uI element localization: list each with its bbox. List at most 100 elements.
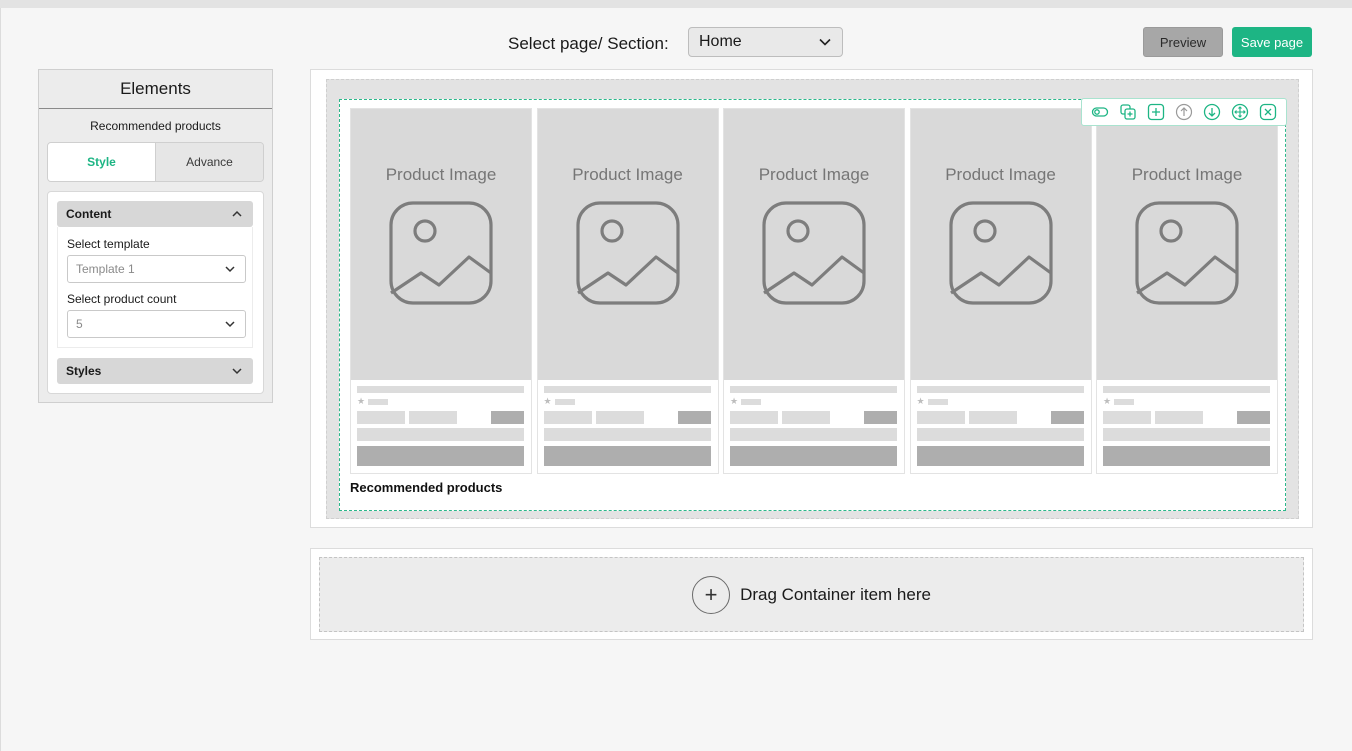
elements-panel: Elements Recommended products Style Adva…	[38, 69, 273, 403]
product-count-select[interactable]: 5	[67, 310, 246, 338]
content-accordion-header[interactable]: Content	[57, 201, 253, 227]
star-icon: ★	[543, 396, 552, 406]
tab-style[interactable]: Style	[48, 143, 155, 181]
skeleton-button	[357, 446, 524, 466]
template-label: Select template	[67, 237, 150, 251]
panel-settings-box: Content Select template Template 1 Selec…	[47, 191, 264, 394]
product-card: Product Image ★	[1096, 108, 1278, 474]
styles-accordion-title: Styles	[66, 364, 102, 378]
product-image-placeholder: Product Image	[351, 109, 531, 380]
section-toolbar	[1081, 98, 1287, 126]
skeleton-price	[730, 411, 778, 424]
skeleton-button	[543, 446, 711, 466]
skeleton-badge	[864, 411, 897, 424]
container-dropzone: + Drag Container item here	[310, 548, 1313, 640]
skeleton-button	[730, 446, 897, 466]
image-icon	[762, 201, 866, 305]
skeleton-rating	[927, 399, 948, 405]
skeleton-line	[916, 428, 1084, 441]
chevron-down-icon	[225, 266, 235, 273]
product-image-placeholder: Product Image	[910, 109, 1091, 380]
product-image-placeholder: Product Image	[1097, 109, 1277, 380]
skeleton-button	[1103, 446, 1270, 466]
image-icon	[575, 201, 680, 305]
page-select-value: Home	[699, 33, 742, 50]
skeleton-rating	[368, 399, 388, 405]
page-section-label: Select page/ Section:	[508, 34, 669, 53]
skeleton-badge	[677, 411, 711, 424]
skeleton-title	[730, 386, 897, 393]
skeleton-line	[730, 428, 897, 441]
styles-accordion-header[interactable]: Styles	[57, 358, 253, 384]
template-select[interactable]: Template 1	[67, 255, 246, 283]
skeleton-price	[543, 411, 592, 424]
product-image-placeholder: Product Image	[537, 109, 718, 380]
skeleton-price	[916, 411, 965, 424]
skeleton-line	[543, 428, 711, 441]
star-icon: ★	[730, 396, 739, 406]
skeleton-badge	[491, 411, 524, 424]
image-icon	[389, 201, 493, 305]
skeleton-badge	[1050, 411, 1084, 424]
container-dropzone-area[interactable]: + Drag Container item here	[319, 557, 1304, 632]
skeleton-price	[357, 411, 405, 424]
skeleton-price	[1103, 411, 1151, 424]
chevron-down-icon	[232, 368, 242, 375]
star-icon: ★	[357, 396, 366, 406]
skeleton-button	[916, 446, 1084, 466]
star-icon: ★	[916, 396, 925, 406]
product-card: Product Image ★	[536, 108, 719, 474]
add-container-icon[interactable]: +	[692, 575, 731, 614]
product-image-label: Product Image	[945, 165, 1056, 184]
close-icon[interactable]	[1258, 102, 1278, 122]
move-down-icon[interactable]	[1202, 102, 1222, 122]
template-select-value: Template 1	[76, 262, 135, 276]
product-card: Product Image ★	[723, 108, 905, 474]
product-image-label: Product Image	[385, 165, 497, 184]
product-card: Product Image ★	[909, 108, 1092, 474]
skeleton-price-old	[1155, 411, 1203, 424]
image-icon	[948, 201, 1053, 305]
recommended-products-section[interactable]: Product Image ★ Product Image ★ Product Imag…	[339, 98, 1287, 511]
chevron-up-icon	[232, 210, 242, 217]
product-image-label: Product Image	[572, 165, 683, 184]
content-accordion-body: Select template Template 1 Select produc…	[57, 227, 253, 348]
skeleton-title	[916, 386, 1084, 393]
tab-advance[interactable]: Advance	[155, 143, 263, 181]
skeleton-line	[357, 428, 524, 441]
skeleton-rating	[741, 399, 761, 405]
skeleton-line	[1103, 428, 1270, 441]
skeleton-price-old	[595, 411, 644, 424]
skeleton-badge	[1237, 411, 1270, 424]
skeleton-price-old	[782, 411, 830, 424]
star-icon: ★	[1103, 396, 1112, 406]
product-image-placeholder: Product Image	[724, 109, 904, 380]
canvas-container: Product Image ★ Product Image ★ Product Imag…	[310, 69, 1313, 528]
page-select-dropdown[interactable]: Home	[688, 27, 843, 57]
panel-title: Elements	[39, 70, 272, 109]
preview-button[interactable]: Preview	[1143, 27, 1223, 57]
product-count-value: 5	[76, 317, 83, 331]
chevron-down-icon	[819, 38, 831, 46]
style-advance-tabs: Style Advance	[47, 142, 264, 182]
move-icon[interactable]	[1230, 102, 1250, 122]
move-up-icon[interactable]	[1174, 102, 1194, 122]
skeleton-rating	[554, 399, 575, 405]
duplicate-icon[interactable]	[1118, 102, 1138, 122]
skeleton-price-old	[968, 411, 1017, 424]
skeleton-rating	[1114, 399, 1134, 405]
dropzone-text: Drag Container item here	[740, 584, 931, 604]
toggle-visibility-icon[interactable]	[1090, 102, 1110, 122]
top-bar	[0, 0, 1352, 8]
image-icon	[1135, 201, 1239, 305]
chevron-down-icon	[225, 321, 235, 328]
skeleton-title	[357, 386, 524, 393]
section-label: Recommended products	[350, 480, 503, 495]
product-card: Product Image ★	[350, 108, 532, 474]
save-page-button[interactable]: Save page	[1232, 27, 1312, 57]
canvas-drop-area: Product Image ★ Product Image ★ Product Imag…	[326, 79, 1299, 519]
skeleton-title	[1103, 386, 1270, 393]
skeleton-price-old	[409, 411, 457, 424]
product-image-label: Product Image	[1131, 165, 1243, 184]
add-icon[interactable]	[1146, 102, 1166, 122]
